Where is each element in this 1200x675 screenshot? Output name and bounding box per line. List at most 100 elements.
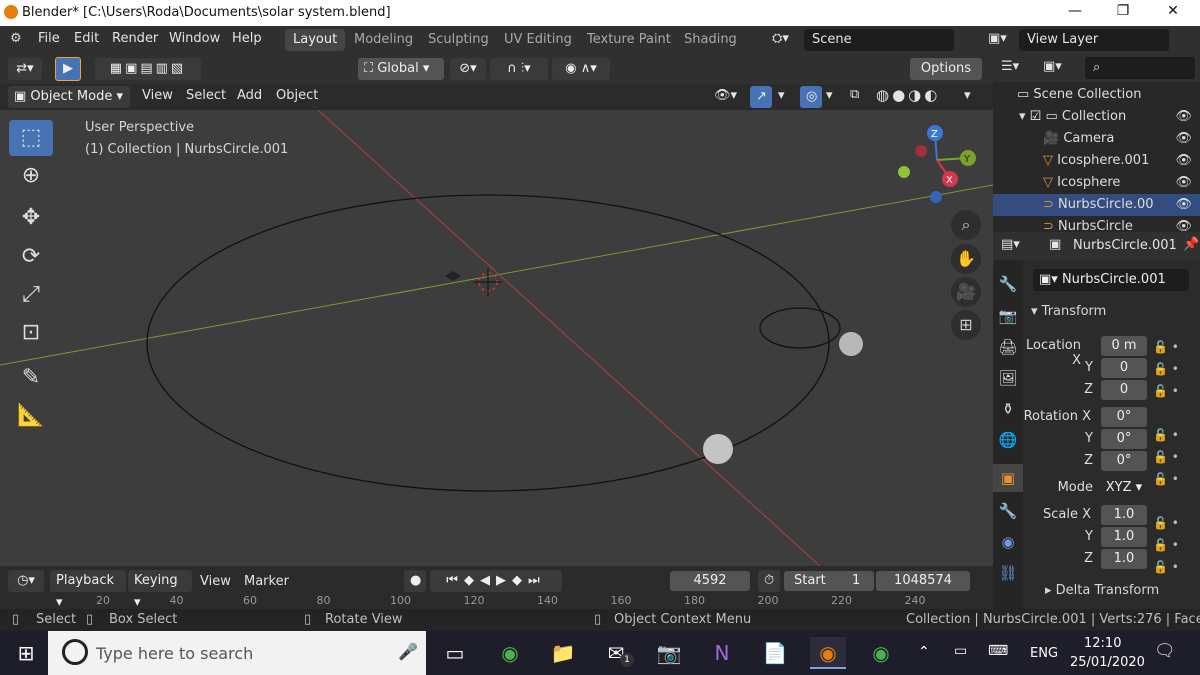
battery-icon[interactable]: ▭ xyxy=(954,643,967,659)
clock-time[interactable]: 12:10 xyxy=(1084,636,1121,651)
menu-object[interactable]: Object xyxy=(276,88,318,103)
rotate-tool-icon[interactable]: ⟳ xyxy=(9,239,53,275)
scale-tool-icon[interactable]: ⤢ xyxy=(9,277,53,313)
zoom-icon[interactable]: ⌕ xyxy=(951,210,981,240)
world-tab-icon[interactable]: 🌐 xyxy=(993,426,1023,454)
shading-dropdown-icon[interactable]: ▾ xyxy=(964,88,971,103)
end-frame-field[interactable]: 1048574 xyxy=(876,571,970,591)
menu-help[interactable]: Help xyxy=(232,31,262,46)
eye-icon[interactable]: 👁 xyxy=(1175,194,1192,216)
rotation-z-field[interactable]: 0° xyxy=(1101,451,1147,471)
onenote-icon[interactable]: N xyxy=(704,637,740,669)
keying-menu[interactable]: Keying ▾ xyxy=(128,570,192,610)
restore-button[interactable]: ❐ xyxy=(1108,3,1138,19)
measure-tool-icon[interactable]: 📐 xyxy=(9,398,53,434)
editor-type-clock-icon[interactable]: ◷▾ xyxy=(8,570,44,592)
scene-selector-icon[interactable]: ⛭▾ xyxy=(772,31,789,46)
outliner-item-camera[interactable]: 🎥 Camera 👁 xyxy=(993,128,1200,150)
scale-x-field[interactable]: 1.0 xyxy=(1101,505,1147,525)
outliner-editor-icon[interactable]: ☰▾ xyxy=(1001,59,1019,74)
menu-edit[interactable]: Edit xyxy=(74,31,99,46)
timeline-ruler[interactable]: 20 40 60 80 100 120 140 160 180 200 220 240 xyxy=(0,594,993,609)
overlay-dropdown-icon[interactable]: ▾ xyxy=(826,88,833,103)
outliner-item-nurbscircle-001[interactable]: ⊃ NurbsCircle.00 👁 xyxy=(993,194,1200,216)
overlay-toggle-icon[interactable]: ◎ xyxy=(800,86,822,108)
object-name-field[interactable]: ▣▾ NurbsCircle.001 xyxy=(1033,269,1189,291)
outliner-item-icosphere-001[interactable]: ▽ Icosphere.001 👁 xyxy=(993,150,1200,172)
properties-editor-icon[interactable]: ▤▾ xyxy=(1001,237,1020,252)
scale-z-field[interactable]: 1.0 xyxy=(1101,549,1147,569)
select-tool-icon[interactable]: ▶ xyxy=(55,57,81,81)
menu-render[interactable]: Render xyxy=(112,31,158,46)
move-tool-icon[interactable]: ✥ xyxy=(9,200,53,236)
pin-icon[interactable]: 📌 xyxy=(1183,237,1199,252)
visibility-icon[interactable]: 👁▾ xyxy=(714,88,737,103)
blender-menu-icon[interactable]: ⚙ xyxy=(10,31,22,46)
transform-tool-icon[interactable]: ⊡ xyxy=(9,315,53,351)
outliner-item-icosphere[interactable]: ▽ Icosphere 👁 xyxy=(993,172,1200,194)
pivot-point-icon[interactable]: ⊘▾ xyxy=(450,58,486,80)
task-view-icon[interactable]: ▭ xyxy=(437,637,473,669)
tray-expand-icon[interactable]: ⌃ xyxy=(918,644,930,660)
collection-row[interactable]: ▾ ☑ ▭ Collection 👁 xyxy=(993,106,1200,128)
rotation-y-field[interactable]: 0° xyxy=(1101,429,1147,449)
eye-icon[interactable]: 👁 xyxy=(1175,150,1192,172)
physics-tab-icon[interactable]: ◉ xyxy=(993,528,1023,556)
proportional-edit-icon[interactable]: ◉ ∧▾ xyxy=(552,58,610,80)
blender-taskbar-icon[interactable]: ◉ xyxy=(810,637,846,669)
tool-tab-icon[interactable]: 🔧 xyxy=(993,270,1023,298)
playback-controls-icons[interactable]: ⏮◆◀▶◆⏭ xyxy=(430,570,562,592)
tab-shading[interactable]: Shading xyxy=(676,29,745,51)
render-tab-icon[interactable]: 📷 xyxy=(993,302,1023,330)
view-layer-icon[interactable]: ▣▾ xyxy=(988,31,1007,46)
playback-menu[interactable]: Playback ▾ xyxy=(50,570,126,610)
timeline-view-menu[interactable]: View xyxy=(200,574,231,589)
tab-sculpting[interactable]: Sculpting xyxy=(420,29,497,51)
rotation-x-field[interactable]: 0° xyxy=(1101,407,1147,427)
pan-hand-icon[interactable]: ✋ xyxy=(951,244,981,274)
microphone-icon[interactable]: 🎤 xyxy=(398,642,418,661)
tab-uv-editing[interactable]: UV Editing xyxy=(496,29,580,51)
minimize-button[interactable]: — xyxy=(1060,3,1090,19)
mail-icon[interactable]: ✉ 1 xyxy=(598,637,634,669)
tab-modeling[interactable]: Modeling xyxy=(346,29,421,51)
eye-icon[interactable]: 👁 xyxy=(1175,128,1192,150)
scene-name-field[interactable]: Scene xyxy=(804,29,954,51)
ortho-grid-icon[interactable]: ⊞ xyxy=(951,310,981,340)
scene-collection-row[interactable]: ▭ Scene Collection xyxy=(993,84,1200,106)
lock-and-key-icons[interactable]: 🔓 • 🔓 • 🔓 • 🔓 • 🔓 • 🔓 • 🔓 • 🔓 • 🔓 • xyxy=(1153,336,1193,574)
menu-file[interactable]: File xyxy=(38,31,60,46)
tab-layout[interactable]: Layout xyxy=(285,29,346,51)
location-z-field[interactable]: 0 xyxy=(1101,380,1147,400)
eye-icon[interactable]: 👁 xyxy=(1175,172,1192,194)
scene-tab-icon[interactable]: ⚱ xyxy=(993,395,1023,423)
notification-icon[interactable]: 🗨 xyxy=(1154,641,1176,661)
display-mode-icon[interactable]: ▣▾ xyxy=(1043,59,1062,74)
camera-view-icon[interactable]: 🎥 xyxy=(951,277,981,307)
snap-icon[interactable]: ∩ ⫶▾ xyxy=(490,58,548,80)
eye-icon[interactable]: 👁 xyxy=(1175,106,1192,128)
camera-app-icon[interactable]: 📷 xyxy=(651,637,687,669)
constraints-tab-icon[interactable]: ⛓ xyxy=(993,559,1023,587)
select-box-tool-icon[interactable]: ⬚ xyxy=(9,120,53,156)
mode-dropdown[interactable]: ▣ Object Mode ▾ xyxy=(8,86,130,108)
outliner-search-input[interactable]: ⌕ xyxy=(1085,57,1195,79)
gizmo-toggle-icon[interactable]: ↗ xyxy=(750,86,772,108)
menu-select[interactable]: Select xyxy=(186,88,226,103)
transform-panel-header[interactable]: ▾ Transform xyxy=(1031,304,1106,319)
clock-date[interactable]: 25/01/2020 xyxy=(1070,655,1145,670)
taskbar-search-box[interactable]: Type here to search 🎤 xyxy=(48,631,426,675)
menu-view[interactable]: View xyxy=(142,88,173,103)
modifier-tab-icon[interactable]: 🔧 xyxy=(993,497,1023,525)
timer-icon[interactable]: ⏱ xyxy=(758,570,780,592)
options-button[interactable]: Options ▾ xyxy=(910,58,982,98)
orientation-dropdown[interactable]: ⛶ Global ▾ xyxy=(358,58,444,80)
delta-transform-panel[interactable]: ▸ Delta Transform xyxy=(1045,583,1159,598)
view-layer-field[interactable]: View Layer xyxy=(1019,29,1169,51)
menu-add[interactable]: Add xyxy=(237,88,262,103)
shading-mode-icons[interactable]: ◍●◑◐ xyxy=(876,86,940,104)
gizmo-dropdown-icon[interactable]: ▾ xyxy=(778,88,785,103)
output-tab-icon[interactable]: 🖨 xyxy=(993,333,1023,361)
language-indicator[interactable]: ENG xyxy=(1030,646,1058,661)
location-x-field[interactable]: 0 m xyxy=(1101,336,1147,356)
